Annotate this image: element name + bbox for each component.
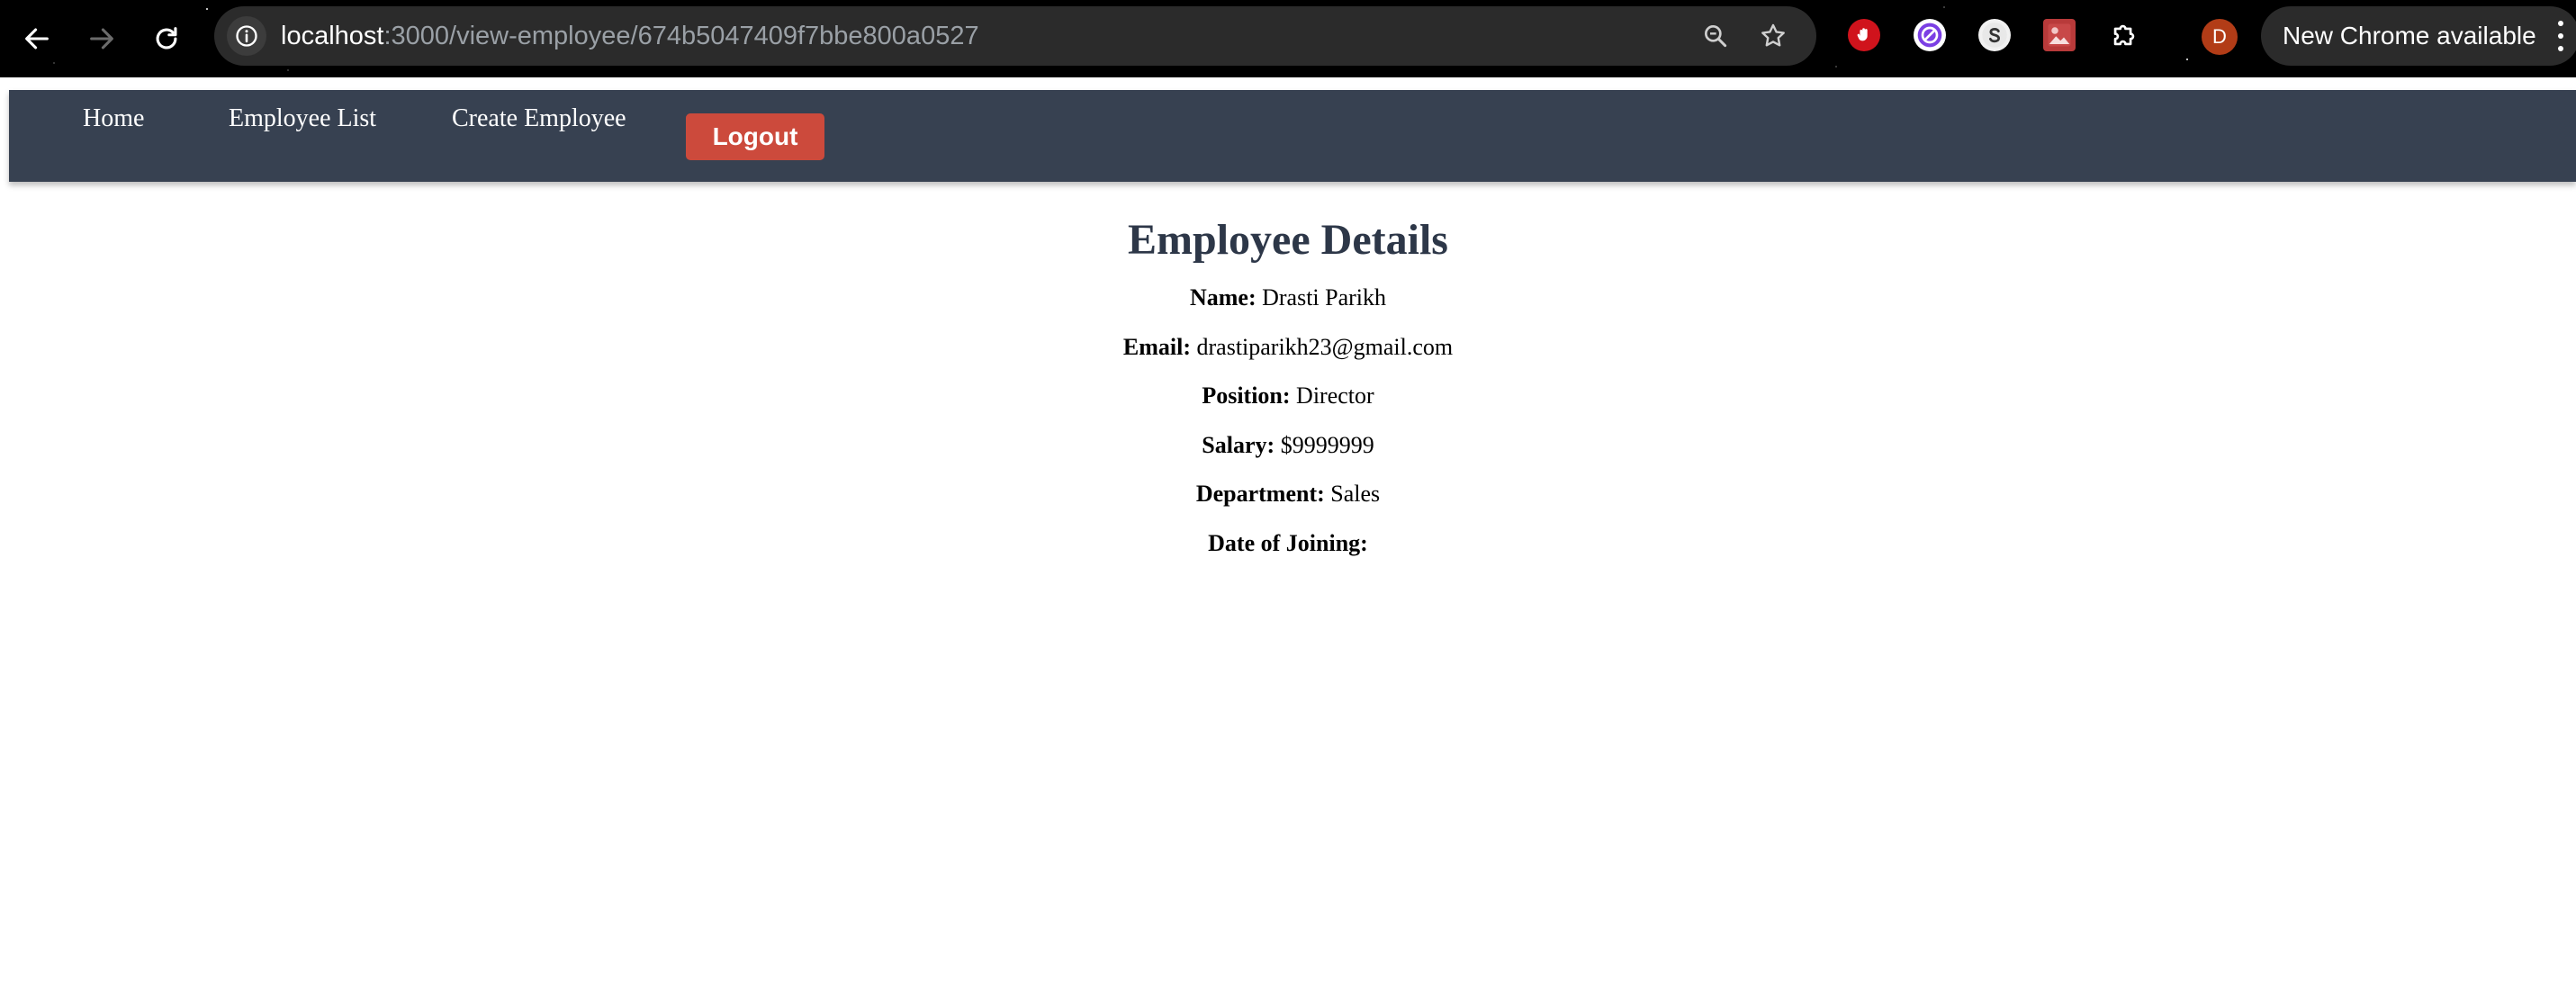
puzzle-extensions-icon [2113, 24, 2135, 46]
nav-create-employee-link[interactable]: Create Employee [452, 104, 626, 133]
field-label: Position: [1202, 382, 1291, 409]
field-email: Email: drastiparikh23@gmail.com [0, 323, 2576, 373]
url-host: localhost [281, 22, 384, 50]
field-name: Name: Drasti Parikh [0, 274, 2576, 323]
field-value: Drasti Parikh [1262, 284, 1387, 310]
field-salary: Salary: $9999999 [0, 421, 2576, 471]
adblock-extension[interactable] [1848, 19, 1880, 51]
employee-details-section: Employee Details Name: Drasti Parikh Ema… [0, 207, 2576, 568]
zoom-icon [1705, 24, 1727, 48]
field-value: Director [1296, 382, 1374, 409]
nav-home-link[interactable]: Home [83, 104, 144, 133]
reload-icon [156, 27, 177, 50]
field-label: Email: [1122, 333, 1191, 360]
back-button[interactable] [14, 16, 59, 61]
image-extension[interactable] [2043, 19, 2076, 51]
url-text[interactable]: localhost:3000/view-employee/674b5047409… [281, 6, 979, 66]
bookmark-button[interactable] [1757, 20, 1789, 52]
field-value: drastiparikh23@gmail.com [1196, 333, 1454, 360]
browser-toolbar: localhost:3000/view-employee/674b5047409… [0, 0, 2576, 77]
profile-avatar[interactable]: D [2202, 19, 2238, 55]
field-position: Position: Director [0, 372, 2576, 421]
address-bar[interactable]: localhost:3000/view-employee/674b5047409… [214, 6, 1816, 66]
s-extension[interactable] [1978, 19, 2011, 51]
block-site-extension[interactable] [1914, 19, 1946, 51]
field-label: Salary: [1202, 431, 1275, 458]
menu-kebab-icon[interactable] [2556, 21, 2565, 51]
nav-employee-list-link[interactable]: Employee List [229, 104, 376, 133]
field-date-of-joining: Date of Joining: [0, 519, 2576, 569]
site-info-button[interactable] [227, 16, 266, 56]
extensions-button[interactable] [2108, 19, 2140, 51]
field-value: Sales [1330, 481, 1381, 507]
page-title: Employee Details [1128, 216, 1448, 264]
field-label: Date of Joining: [1208, 529, 1368, 556]
url-path: :3000/view-employee/674b5047409f7bbe800a… [383, 22, 979, 50]
field-label: Name: [1189, 284, 1256, 310]
field-department: Department: Sales [0, 470, 2576, 519]
reload-button[interactable] [144, 16, 189, 61]
back-arrow-icon [25, 28, 49, 50]
image-extension-icon [2048, 23, 2071, 47]
update-chrome-label: New Chrome available [2283, 22, 2536, 50]
update-chrome-button[interactable]: New Chrome available [2261, 6, 2576, 66]
logout-button[interactable]: Logout [686, 113, 824, 160]
app-navbar: Home Employee List Create Employee Logou… [9, 90, 2576, 182]
site-info-icon [236, 25, 257, 47]
block-site-icon [1917, 22, 1942, 48]
forward-button[interactable] [79, 16, 124, 61]
adblock-hand-icon [1857, 28, 1868, 41]
s-extension-icon [1982, 22, 2007, 48]
zoom-button[interactable] [1699, 20, 1732, 52]
bookmark-star-icon [1761, 23, 1785, 47]
forward-arrow-icon [90, 28, 113, 50]
field-value: $9999999 [1280, 431, 1374, 458]
field-label: Department: [1195, 481, 1325, 507]
